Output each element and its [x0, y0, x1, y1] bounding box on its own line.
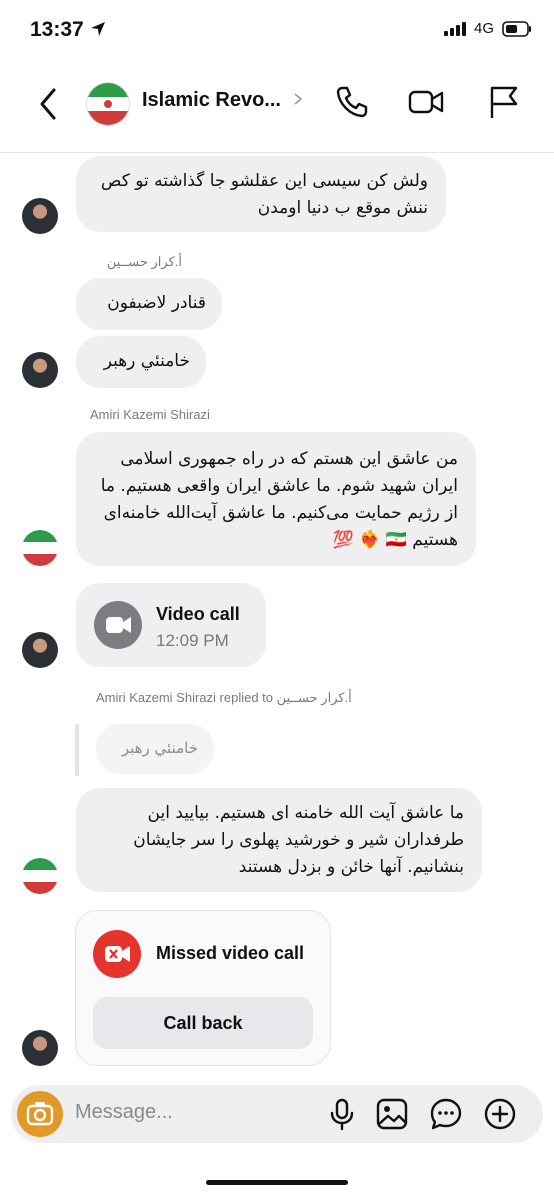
- message-bubble[interactable]: ما عاشق آیت الله خامنه ای هستیم. بیایید …: [76, 788, 482, 892]
- chat-title[interactable]: Islamic Revo...: [142, 89, 303, 112]
- iran-flag-icon: [87, 83, 129, 125]
- add-plus-icon[interactable]: [483, 1097, 517, 1131]
- reply-quote[interactable]: خامنئي رهبر: [96, 724, 214, 774]
- video-call-label: Video call: [156, 604, 240, 624]
- missed-video-icon: [105, 946, 130, 962]
- video-camera-icon[interactable]: [408, 84, 444, 120]
- sticker-chat-icon[interactable]: [429, 1097, 463, 1131]
- avatar[interactable]: [22, 632, 58, 668]
- back-chevron-icon[interactable]: [34, 84, 64, 124]
- message-bubble[interactable]: خامنئي رهبر: [76, 336, 206, 388]
- video-call-time: 12:09 PM: [156, 631, 229, 650]
- network-label: 4G: [473, 20, 494, 37]
- gallery-icon[interactable]: [375, 1097, 409, 1131]
- status-indicators: 4G: [443, 20, 532, 37]
- microphone-icon[interactable]: [325, 1097, 359, 1131]
- call-back-button[interactable]: Call back: [93, 997, 313, 1049]
- camera-icon: [26, 1102, 54, 1126]
- message-bubble[interactable]: من عاشق این هستم که در راه جمهوری اسلامی…: [76, 432, 476, 566]
- chat-avatar[interactable]: [86, 82, 130, 126]
- video-call-icon-circle: [94, 601, 142, 649]
- message-bubble[interactable]: قنادر لاضبفون: [76, 278, 222, 330]
- avatar[interactable]: [22, 352, 58, 388]
- message-composer: Message...: [11, 1085, 543, 1143]
- message-input[interactable]: Message...: [75, 1101, 173, 1124]
- home-indicator: [206, 1180, 348, 1185]
- video-camera-icon: [106, 617, 131, 633]
- reply-bar: [75, 724, 79, 776]
- missed-call-label: Missed video call: [156, 943, 305, 963]
- sender-name: Amiri Kazemi Shirazi: [90, 407, 210, 422]
- avatar[interactable]: [22, 858, 58, 894]
- phone-icon[interactable]: [334, 84, 370, 120]
- avatar[interactable]: [22, 530, 58, 566]
- status-time: 13:37: [30, 18, 106, 42]
- camera-button[interactable]: [17, 1091, 63, 1137]
- flag-report-icon[interactable]: [486, 84, 522, 120]
- chat-header: Islamic Revo...: [0, 66, 554, 153]
- location-arrow-icon: [90, 22, 105, 36]
- missed-call-card[interactable]: Missed video call Call back: [75, 910, 331, 1066]
- chevron-right-icon: [294, 93, 302, 105]
- avatar[interactable]: [22, 1030, 58, 1066]
- missed-call-icon-circle: [93, 930, 141, 978]
- message-bubble[interactable]: ولش کن سیسی این عقلشو جا گذاشته تو کص نن…: [76, 156, 446, 232]
- avatar[interactable]: [22, 198, 58, 234]
- reply-header: Amiri Kazemi Shirazi replied to أ.كرار ح…: [96, 690, 352, 705]
- battery-icon: [502, 20, 531, 37]
- video-call-card[interactable]: Video call 12:09 PM: [76, 583, 266, 667]
- signal-icon: [443, 21, 466, 36]
- sender-name: أ.كرار حســين: [106, 254, 182, 269]
